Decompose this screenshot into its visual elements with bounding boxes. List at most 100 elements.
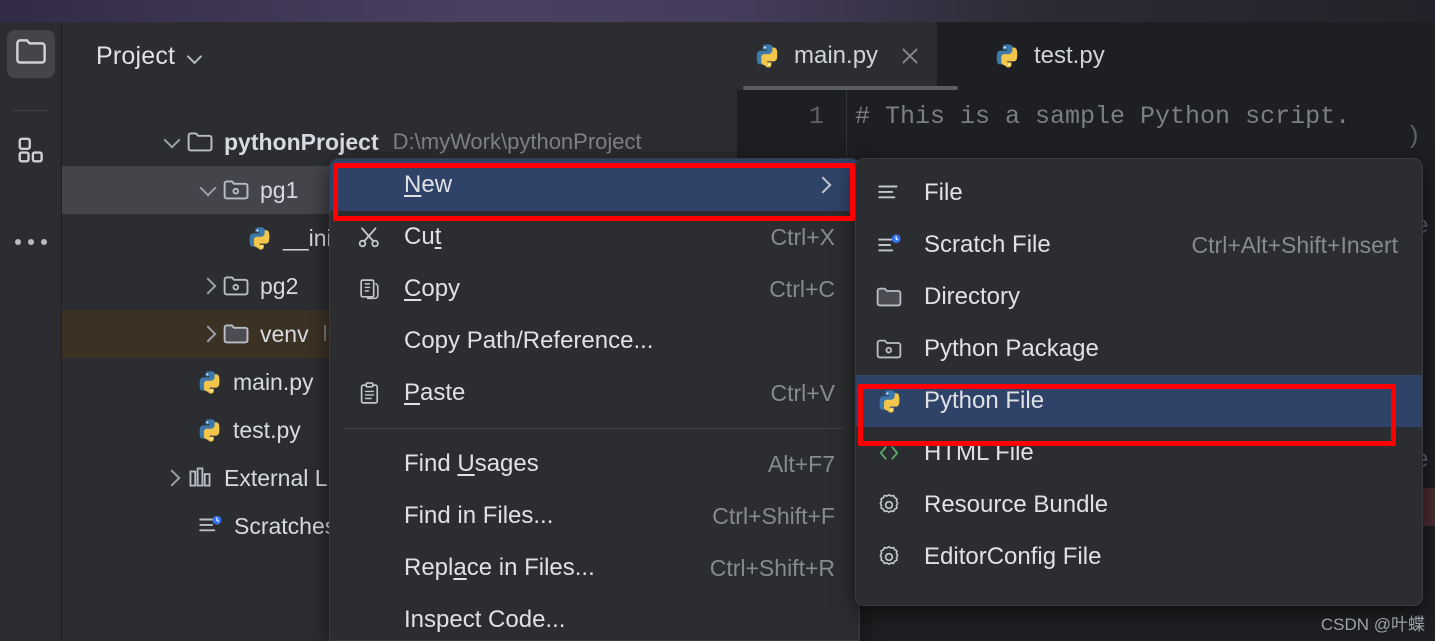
submenu-item-directory[interactable]: Directory — [856, 271, 1422, 323]
folder-icon — [874, 285, 904, 310]
pycharm-window: Project pythonProject D:\myWork\pythonPr… — [0, 0, 1435, 641]
folder-icon — [222, 322, 250, 347]
menu-item-copy-path-reference[interactable]: Copy Path/Reference... — [330, 315, 859, 367]
context-menu: New Cut Ctrl+X Copy Ctrl+C Copy Path/Ref… — [329, 158, 860, 641]
submenu-item-label: Directory — [924, 283, 1021, 310]
python-file-icon — [196, 417, 223, 444]
submenu-item-resource-bundle[interactable]: Resource Bundle — [856, 479, 1422, 531]
paste-icon — [354, 381, 384, 406]
submenu-item-editorconfig-file[interactable]: EditorConfig File — [856, 531, 1422, 583]
menu-item-label: opy — [421, 275, 461, 302]
grid-blocks-icon — [16, 135, 46, 170]
menu-item-cut[interactable]: Cut Ctrl+X — [330, 211, 859, 263]
menu-item-label: Find in Files... — [404, 502, 554, 529]
submenu-item-html-file[interactable]: HTML File — [856, 427, 1422, 479]
chevron-down-icon[interactable] — [196, 177, 222, 203]
scratch-icon — [874, 232, 904, 258]
submenu-item-scratch-file[interactable]: Scratch File Ctrl+Alt+Shift+Insert — [856, 219, 1422, 271]
menu-item-shortcut: Ctrl+Shift+R — [709, 554, 835, 581]
tab-label: test.py — [1034, 42, 1105, 69]
chevron-down-icon[interactable] — [187, 48, 203, 64]
more-tool-windows-button[interactable] — [7, 222, 55, 262]
ellipsis-icon — [15, 239, 21, 245]
scissors-icon — [354, 224, 384, 250]
tab-main-py[interactable]: main.py — [737, 22, 938, 90]
tree-item-label: venv — [260, 320, 309, 347]
menu-item-mnemonic: N — [404, 171, 422, 198]
tree-item-label: test.py — [233, 416, 301, 443]
menu-item-mnemonic: P — [404, 379, 421, 406]
menu-item-label: Find — [404, 450, 458, 477]
chevron-right-icon[interactable] — [160, 465, 186, 491]
tree-item-label: main.py — [233, 368, 314, 395]
menu-item-find-in-files[interactable]: Find in Files... Ctrl+Shift+F — [330, 490, 859, 542]
folder-icon — [186, 130, 214, 155]
menu-item-shortcut: Alt+F7 — [767, 450, 835, 477]
tab-test-py[interactable]: test.py — [977, 22, 1121, 90]
menu-item-shortcut: Ctrl+Shift+F — [712, 502, 835, 529]
close-icon[interactable] — [899, 45, 921, 67]
html-angle-icon — [874, 441, 904, 465]
code-fragment-paren: ) — [1405, 122, 1421, 151]
folder-icon — [14, 37, 48, 72]
project-panel-header[interactable]: Project — [62, 32, 737, 80]
menu-item-mnemonic: C — [404, 275, 422, 302]
tab-label: main.py — [794, 42, 879, 69]
submenu-item-python-file[interactable]: Python File — [856, 375, 1422, 427]
scratch-icon — [196, 513, 224, 539]
menu-item-label: Repl — [404, 554, 454, 581]
submenu-item-python-package[interactable]: Python Package — [856, 323, 1422, 375]
chevron-down-icon[interactable] — [160, 129, 186, 155]
menu-item-label: Copy Path/Reference... — [404, 327, 654, 354]
python-file-icon — [196, 369, 223, 396]
package-folder-icon — [874, 337, 904, 362]
tree-item-label: pythonProject — [224, 128, 379, 155]
menu-item-label: ew — [421, 171, 453, 198]
menu-item-find-usages[interactable]: Find Usages Alt+F7 — [330, 438, 859, 490]
chevron-right-icon[interactable] — [196, 321, 222, 347]
submenu-item-label: HTML File — [924, 439, 1034, 466]
new-submenu: File Scratch File Ctrl+Alt+Shift+Insert … — [855, 158, 1423, 606]
menu-item-mnemonic: U — [457, 450, 475, 477]
submenu-item-label: EditorConfig File — [924, 543, 1102, 570]
menu-item-shortcut: Ctrl+C — [769, 275, 835, 302]
package-folder-icon — [222, 178, 250, 203]
package-folder-icon — [222, 274, 250, 299]
menu-item-inspect-code[interactable]: Inspect Code... — [330, 594, 859, 640]
page-title: Project — [96, 41, 176, 70]
menu-item-mnemonic: t — [434, 223, 442, 250]
library-icon — [186, 465, 214, 491]
copy-icon — [354, 277, 384, 302]
file-lines-icon — [874, 180, 904, 206]
activity-bar-divider — [13, 110, 49, 111]
line-number: 1 — [808, 102, 824, 131]
python-file-icon — [246, 225, 273, 252]
watermark: CSDN @叶蝶 — [1320, 615, 1425, 634]
submenu-item-label: Resource Bundle — [924, 491, 1109, 518]
menu-item-paste[interactable]: Paste Ctrl+V — [330, 367, 859, 419]
gear-icon — [874, 544, 904, 570]
activity-item-structure[interactable] — [7, 128, 55, 176]
menu-item-shortcut: Ctrl+V — [770, 379, 835, 406]
chevron-right-icon — [817, 178, 831, 192]
gear-icon — [874, 492, 904, 518]
chevron-right-icon[interactable] — [196, 273, 222, 299]
python-file-icon — [993, 42, 1021, 70]
menu-item-label: aste — [420, 379, 466, 406]
submenu-item-label: Python File — [924, 387, 1045, 414]
tree-item-label: pg1 — [260, 176, 299, 203]
tree-item-path: D:\myWork\pythonProject — [392, 129, 642, 154]
python-file-icon — [753, 42, 781, 70]
activity-item-project[interactable] — [7, 30, 55, 78]
submenu-item-file[interactable]: File — [856, 167, 1422, 219]
submenu-item-label: Python Package — [924, 335, 1099, 362]
submenu-item-shortcut: Ctrl+Alt+Shift+Insert — [1191, 231, 1398, 258]
submenu-item-label: Scratch File — [924, 231, 1051, 258]
submenu-item-label: File — [924, 179, 963, 206]
menu-item-label: Inspect Code... — [404, 606, 566, 633]
editor-tab-bar: main.py test.py — [737, 22, 1435, 90]
menu-item-copy[interactable]: Copy Ctrl+C — [330, 263, 859, 315]
menu-item-new[interactable]: New — [330, 159, 859, 211]
menu-item-replace-in-files[interactable]: Replace in Files... Ctrl+Shift+R — [330, 542, 859, 594]
menu-separator — [344, 428, 845, 429]
